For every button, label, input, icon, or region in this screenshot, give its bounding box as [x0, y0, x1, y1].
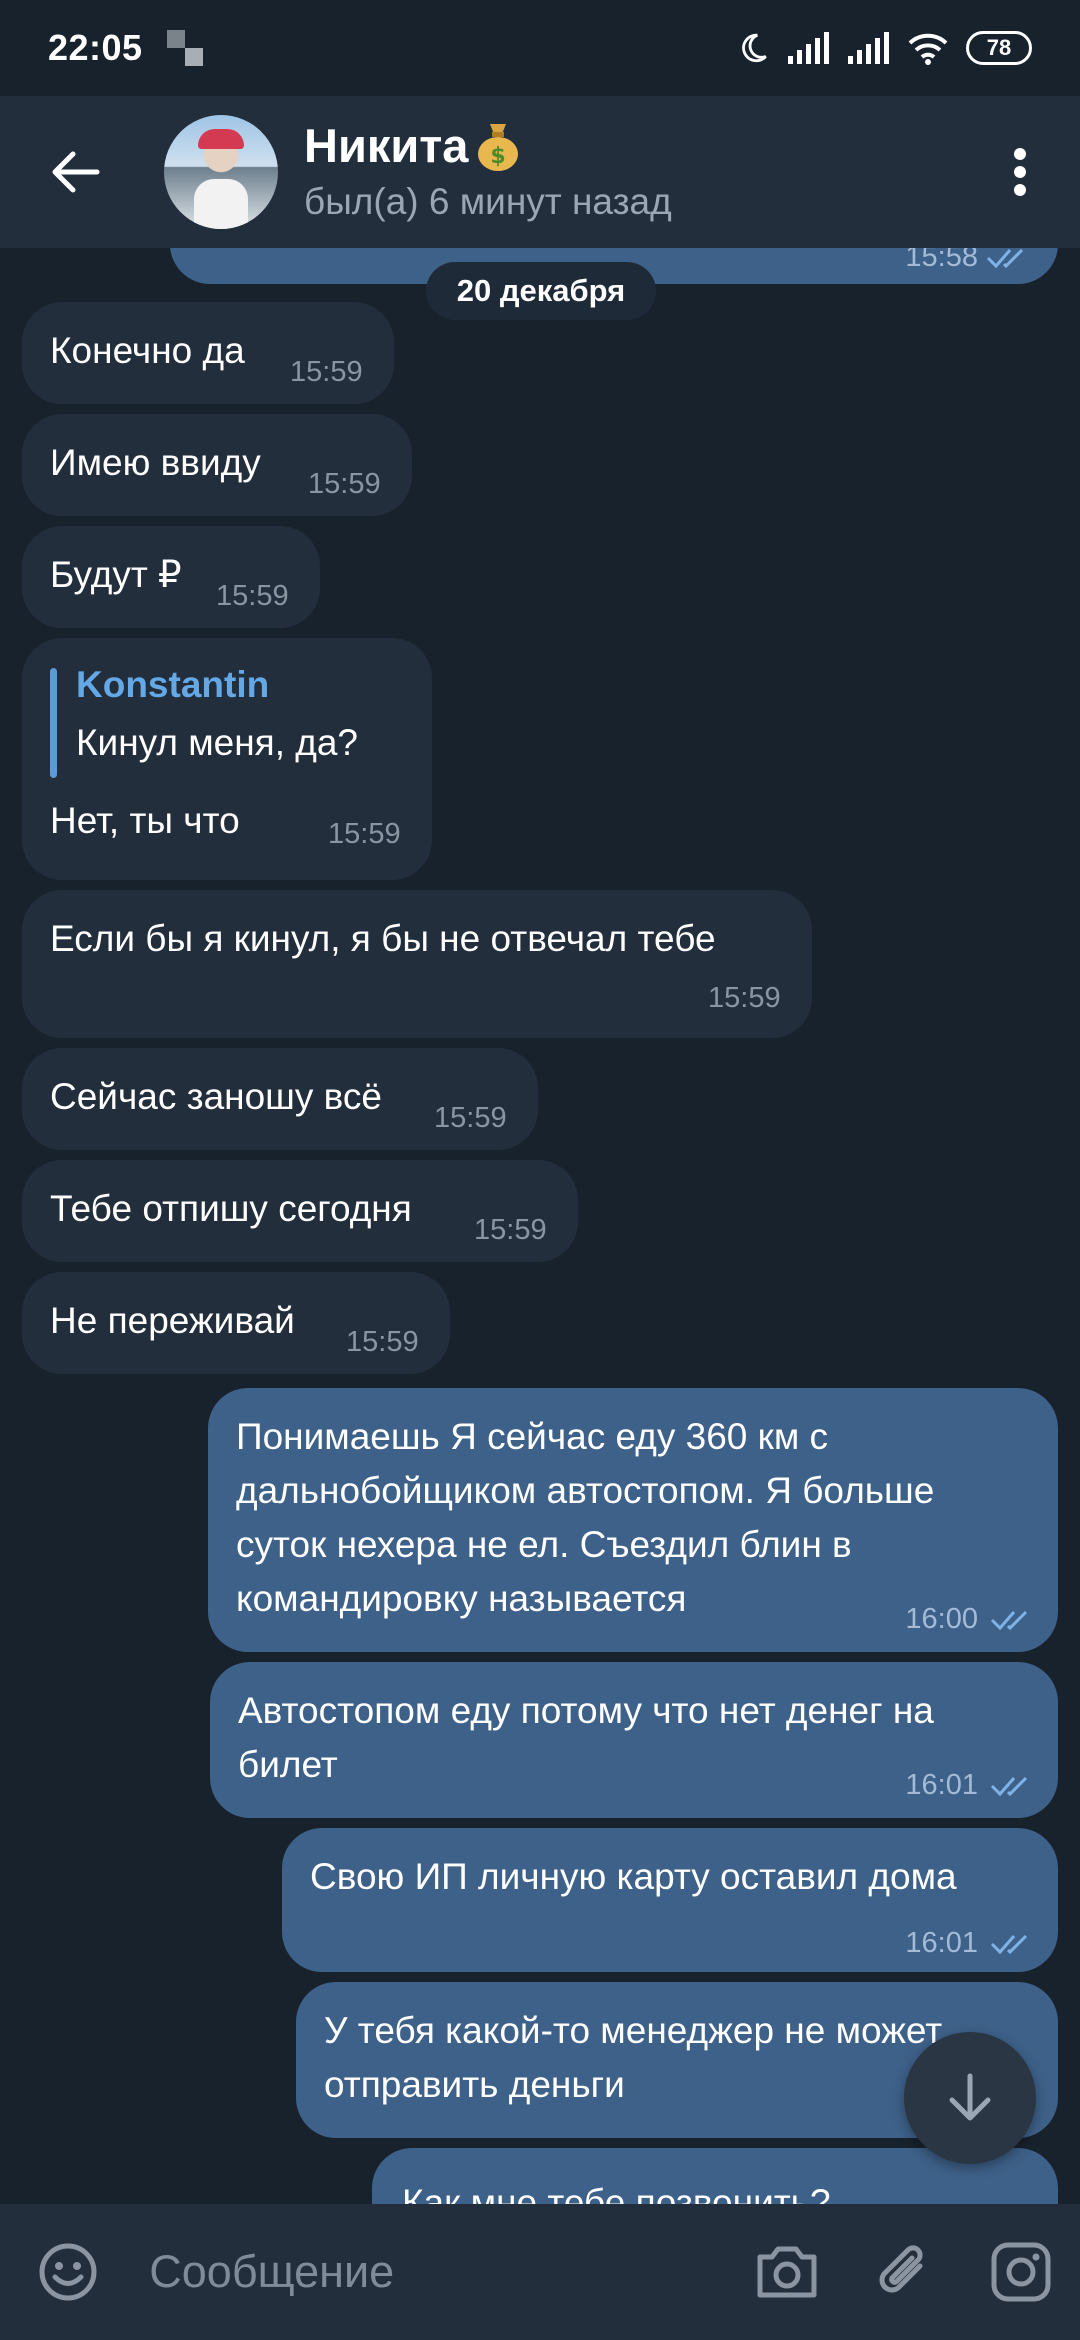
- paperclip-icon: [879, 2245, 923, 2293]
- instagram-icon: [991, 2242, 1051, 2302]
- contact-name-text: Никита: [304, 119, 469, 172]
- arrow-down-icon: [949, 2073, 991, 2121]
- reply-quote-bar: [50, 668, 57, 778]
- double-check-icon: [990, 1610, 1028, 1631]
- camera-button[interactable]: [728, 2204, 845, 2340]
- message-text: Тебе отпишу сегодня: [50, 1188, 412, 1229]
- double-check-icon: [990, 1776, 1028, 1797]
- message-time: 16:01: [905, 1769, 978, 1801]
- message-bubble-incoming[interactable]: Тебе отпишу сегодня 15:59: [22, 1160, 578, 1262]
- status-time: 22:05: [48, 27, 143, 68]
- signal-icon: [788, 32, 829, 64]
- reply-author: Konstantin: [76, 664, 270, 705]
- message-time: 15:58: [905, 248, 978, 273]
- contact-name: Никита $: [304, 117, 672, 175]
- message-bubble-incoming[interactable]: Не переживай 15:59: [22, 1272, 450, 1374]
- contact-info[interactable]: Никита $ был(а) 6 минут назад: [304, 117, 672, 227]
- svg-text:$: $: [491, 144, 506, 169]
- message-input-bar: [0, 2204, 1080, 2340]
- notification-icon: [166, 30, 203, 66]
- message-text: Как мне тебе позвонить?: [402, 2182, 831, 2204]
- moneybag-icon: $: [478, 124, 519, 171]
- message-time: 16:01: [905, 1927, 978, 1959]
- message-time: 16:00: [905, 1603, 978, 1635]
- message-bubble-incoming[interactable]: Будут ₽ 15:59: [22, 526, 320, 628]
- chat-header: Никита $ был(а) 6 минут назад: [0, 96, 1080, 248]
- message-text: Свою ИП личную карту оставил дома: [310, 1856, 957, 1897]
- message-text: Автостопом еду потому что нет денег на б…: [238, 1690, 934, 1785]
- attach-button[interactable]: [846, 2204, 963, 2340]
- message-text: Не переживай: [50, 1300, 295, 1341]
- double-check-icon: [990, 1934, 1028, 1955]
- message-time: 15:59: [708, 982, 781, 1014]
- message-time: 15:59: [328, 818, 401, 850]
- message-bubble-incoming[interactable]: Конечно да 15:59: [22, 302, 394, 404]
- emoji-icon: [39, 2243, 97, 2301]
- message-input[interactable]: [135, 2222, 729, 2322]
- message-time: 15:59: [308, 468, 381, 500]
- message-bubble-outgoing[interactable]: Свою ИП личную карту оставил дома 16:01: [282, 1828, 1058, 1972]
- message-bubble-incoming[interactable]: Сейчас заношу всё 15:59: [22, 1048, 538, 1150]
- message-text: Сейчас заношу всё: [50, 1076, 382, 1117]
- camera-icon: [757, 2246, 817, 2298]
- signal-icon: [848, 32, 889, 64]
- telegram-chat-screen: 22:05 78 Никита $ был(а) 6 минут назад 1…: [0, 0, 1080, 2340]
- message-time: 15:59: [216, 580, 289, 612]
- message-time: 15:59: [434, 1102, 507, 1134]
- date-separator: 20 декабря: [426, 262, 656, 320]
- status-icons: 78: [736, 31, 1032, 65]
- message-list[interactable]: 15:58 20 декабря Конечно да 15:59 Имею в…: [0, 248, 1080, 2204]
- message-text: Имею ввиду: [50, 442, 261, 483]
- battery-icon: 78: [966, 31, 1032, 65]
- message-bubble-incoming-reply[interactable]: Konstantin Кинул меня, да? Нет, ты что 1…: [22, 638, 432, 880]
- message-text: Если бы я кинул, я бы не отвечал тебе: [50, 918, 716, 959]
- last-seen-status: был(а) 6 минут назад: [304, 181, 672, 222]
- message-text: Будут ₽: [50, 554, 182, 595]
- message-time: 15:59: [346, 1326, 419, 1358]
- message-bubble-incoming[interactable]: Имею ввиду 15:59: [22, 414, 412, 516]
- double-check-icon: [986, 248, 1024, 269]
- message-text: Конечно да: [50, 330, 245, 371]
- emoji-button[interactable]: [0, 2204, 135, 2340]
- moon-icon: [742, 33, 767, 63]
- wifi-icon: [908, 33, 948, 65]
- message-bubble-outgoing[interactable]: Автостопом еду потому что нет денег на б…: [210, 1662, 1058, 1818]
- message-bubble-incoming[interactable]: Если бы я кинул, я бы не отвечал тебе 15…: [22, 890, 812, 1038]
- reply-quote-text: Кинул меня, да?: [76, 722, 358, 763]
- message-text: У тебя какой-то менеджер не может отправ…: [324, 2010, 943, 2105]
- scroll-to-bottom-button[interactable]: [904, 2032, 1036, 2164]
- avatar[interactable]: [164, 115, 278, 229]
- message-time: 15:59: [474, 1214, 547, 1246]
- more-vertical-icon: [1014, 148, 1026, 196]
- back-button[interactable]: [0, 96, 150, 248]
- message-text: Понимаешь Я сейчас еду 360 км с дальнобо…: [236, 1416, 935, 1619]
- more-options-button[interactable]: [960, 96, 1080, 248]
- battery-level: 78: [986, 35, 1012, 60]
- instagram-button[interactable]: [963, 2204, 1080, 2340]
- message-bubble-outgoing[interactable]: Понимаешь Я сейчас еду 360 км с дальнобо…: [208, 1388, 1058, 1652]
- message-time: 15:59: [290, 356, 363, 388]
- status-bar: 22:05 78: [0, 0, 1080, 96]
- message-text: Нет, ты что: [50, 800, 240, 841]
- date-separator-text: 20 декабря: [456, 273, 626, 308]
- arrow-left-icon: [52, 151, 100, 193]
